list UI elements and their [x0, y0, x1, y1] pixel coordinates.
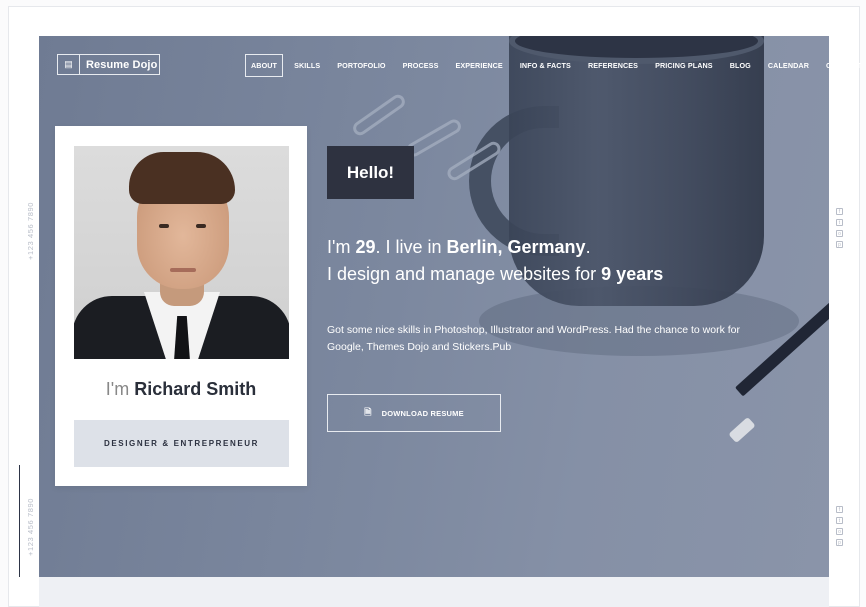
nav-item-skills[interactable]: SKILLS	[294, 61, 320, 70]
instagram-icon[interactable]: o	[836, 528, 843, 535]
years-value: 9 years	[601, 264, 664, 284]
nav-item-portofolio[interactable]: PORTOFOLIO	[337, 61, 385, 70]
facebook-icon[interactable]: f	[836, 208, 843, 215]
nav-item-experience[interactable]: EXPERIENCE	[455, 61, 502, 70]
section-strip	[39, 577, 829, 607]
photo-hair	[129, 152, 235, 204]
main-nav: ABOUT SKILLS PORTOFOLIO PROCESS EXPERIEN…	[245, 53, 866, 77]
name-prefix: I'm	[105, 379, 130, 399]
intro-part: .	[585, 237, 591, 257]
download-resume-button[interactable]: 🗎 DOWNLOAD RESUME	[327, 394, 501, 432]
intro-text: I'm 29. I live in Berlin, Germany. I des…	[327, 234, 663, 288]
profile-photo	[74, 146, 289, 359]
nav-item-pricing-plans[interactable]: PRICING PLANS	[655, 61, 713, 70]
nav-item-contact[interactable]: CONTACT	[826, 61, 861, 70]
photo-eye	[159, 224, 169, 228]
resume-download-icon: 🗎	[364, 407, 372, 417]
side-phone-text: +123 456 7890	[26, 497, 35, 556]
name-text: Richard Smith	[134, 379, 257, 399]
logo-text: Resume Dojo	[86, 58, 158, 71]
profile-role-badge: DESIGNER & ENTREPRENEUR	[74, 420, 289, 467]
side-divider	[19, 465, 20, 577]
intro-part: I design and manage websites for	[327, 264, 602, 284]
photo-eye	[196, 224, 206, 228]
nav-item-process[interactable]: PROCESS	[403, 61, 439, 70]
pinterest-icon[interactable]: p	[836, 539, 843, 546]
social-links: f t o p	[836, 208, 843, 248]
intro-line-2: I design and manage websites for 9 years	[327, 261, 663, 288]
photo-mouth	[170, 268, 196, 272]
intro-line-1: I'm 29. I live in Berlin, Germany.	[327, 234, 663, 261]
nav-item-info-facts[interactable]: INFO & FACTS	[520, 61, 571, 70]
nav-item-calendar[interactable]: CALENDAR	[768, 61, 809, 70]
twitter-icon[interactable]: t	[836, 219, 843, 226]
brand-logo[interactable]: ▤ Resume Dojo	[57, 54, 160, 75]
instagram-icon[interactable]: o	[836, 230, 843, 237]
intro-part: I'm	[327, 237, 356, 257]
bio-description: Got some nice skills in Photoshop, Illus…	[327, 324, 740, 353]
pinterest-icon[interactable]: p	[836, 241, 843, 248]
download-label: DOWNLOAD RESUME	[381, 408, 464, 418]
location-value: Berlin, Germany	[446, 237, 586, 257]
age-value: 29	[355, 237, 376, 257]
social-links: f t o p	[836, 506, 843, 546]
side-phone-text: +123 456 7890	[26, 201, 35, 260]
nav-item-references[interactable]: REFERENCES	[588, 61, 638, 70]
profile-name: I'm Richard Smith	[55, 379, 307, 400]
nav-item-blog[interactable]: BLOG	[730, 61, 751, 70]
document-icon: ▤	[58, 55, 80, 74]
twitter-icon[interactable]: t	[836, 517, 843, 524]
greeting-badge: Hello!	[327, 146, 414, 199]
facebook-icon[interactable]: f	[836, 506, 843, 513]
profile-card: I'm Richard Smith DESIGNER & ENTREPRENEU…	[55, 126, 307, 486]
nav-item-about[interactable]: ABOUT	[245, 53, 284, 77]
intro-part: . I live in	[375, 237, 447, 257]
